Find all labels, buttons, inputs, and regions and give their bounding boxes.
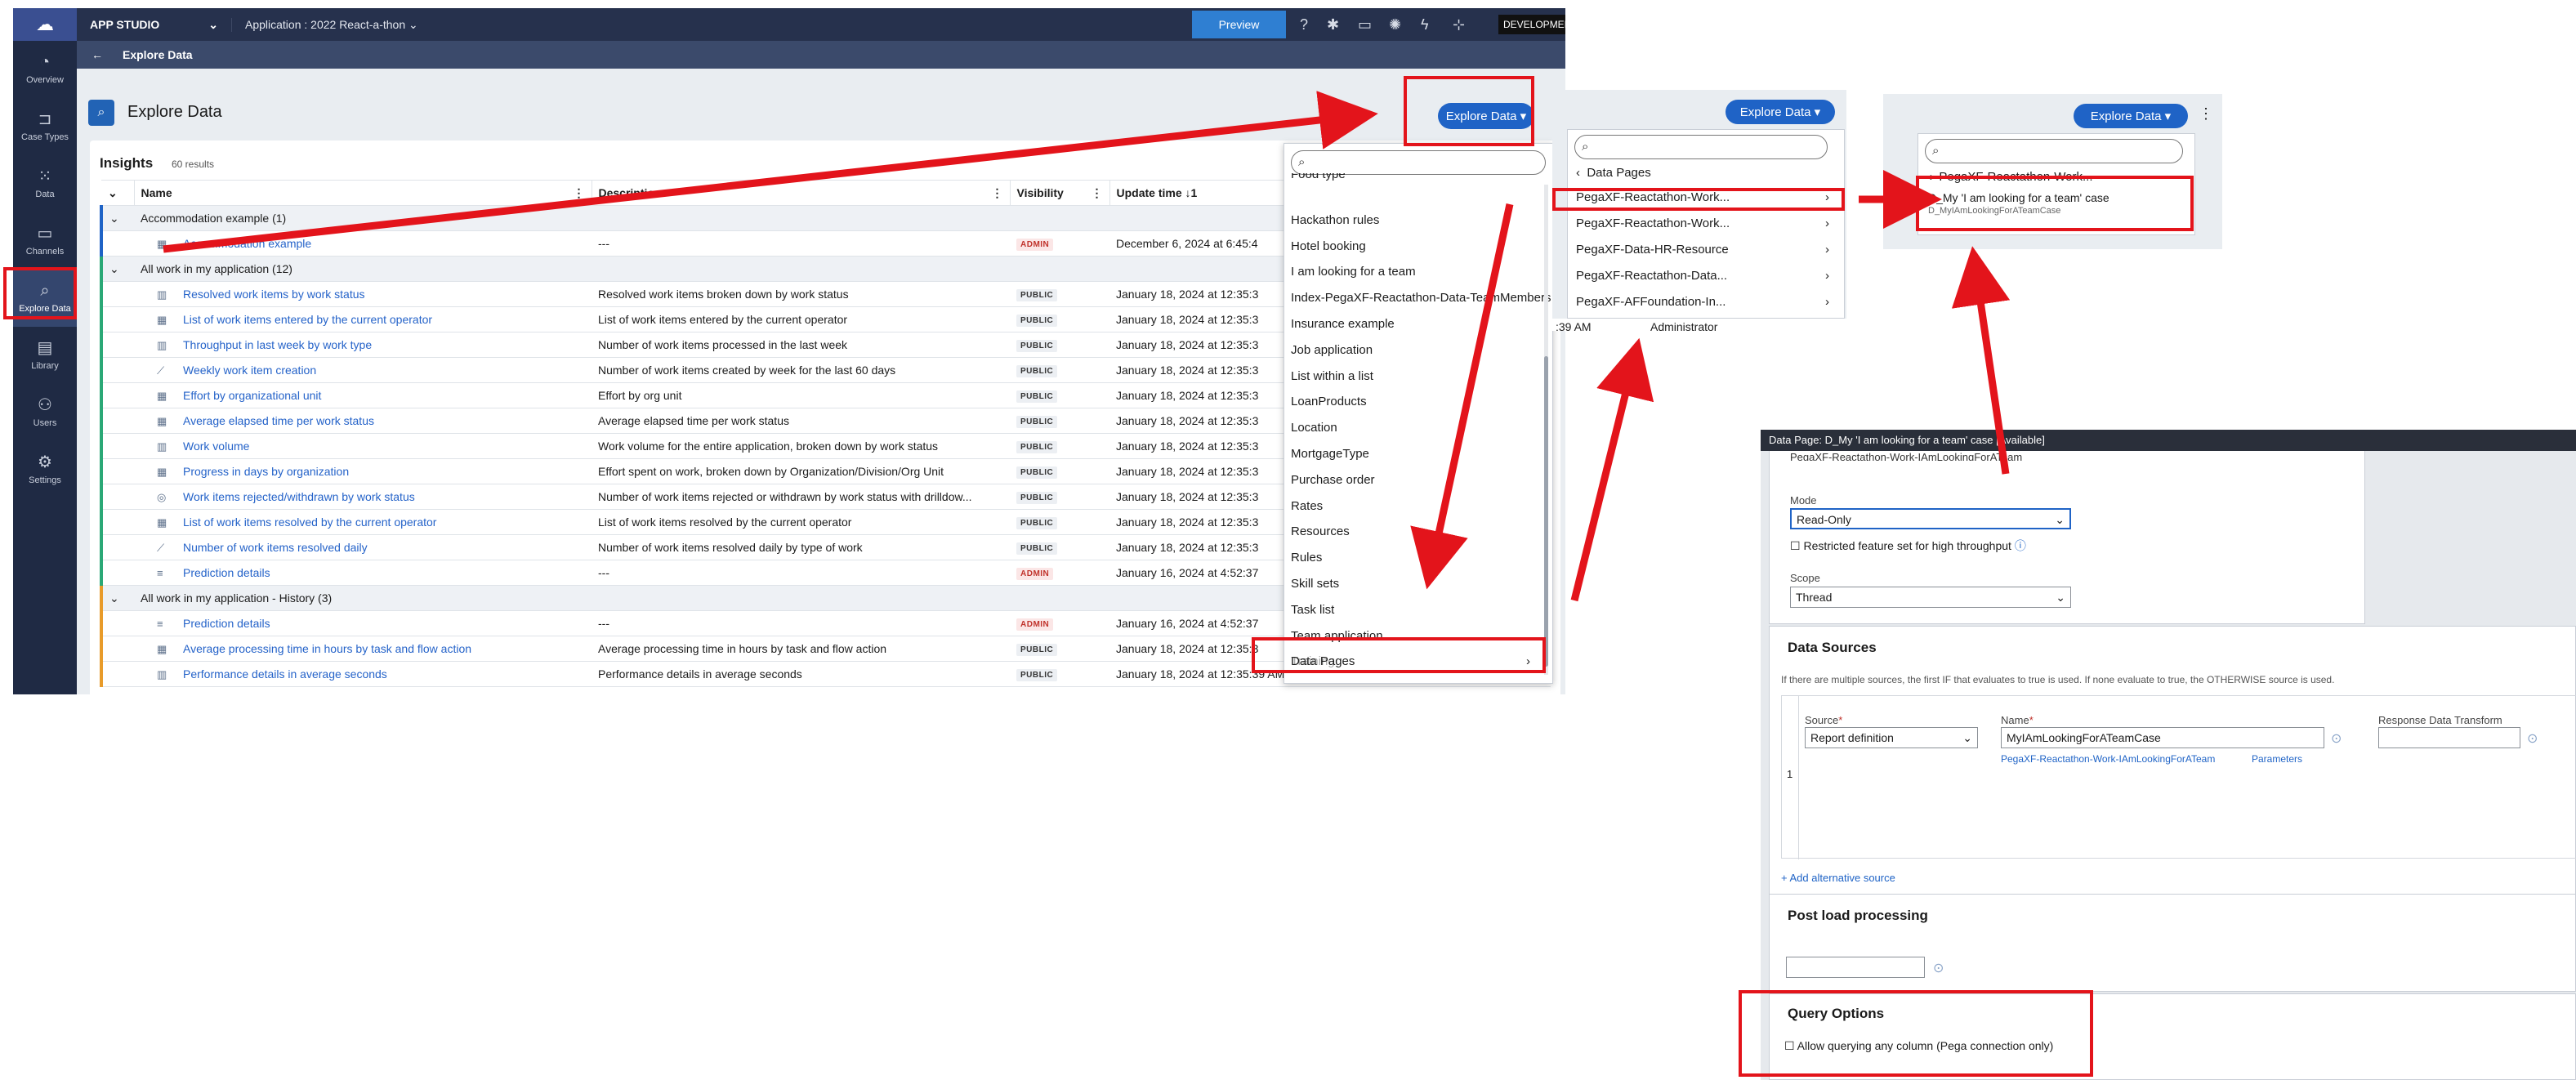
annotation-arrows	[163, 91, 2011, 602]
arrow-to-data-pages	[1410, 203, 1514, 590]
arrow-to-explore-button	[163, 91, 1378, 253]
arrow-to-panel2	[1570, 337, 1654, 602]
arrow-to-rule-form	[1951, 246, 2011, 475]
